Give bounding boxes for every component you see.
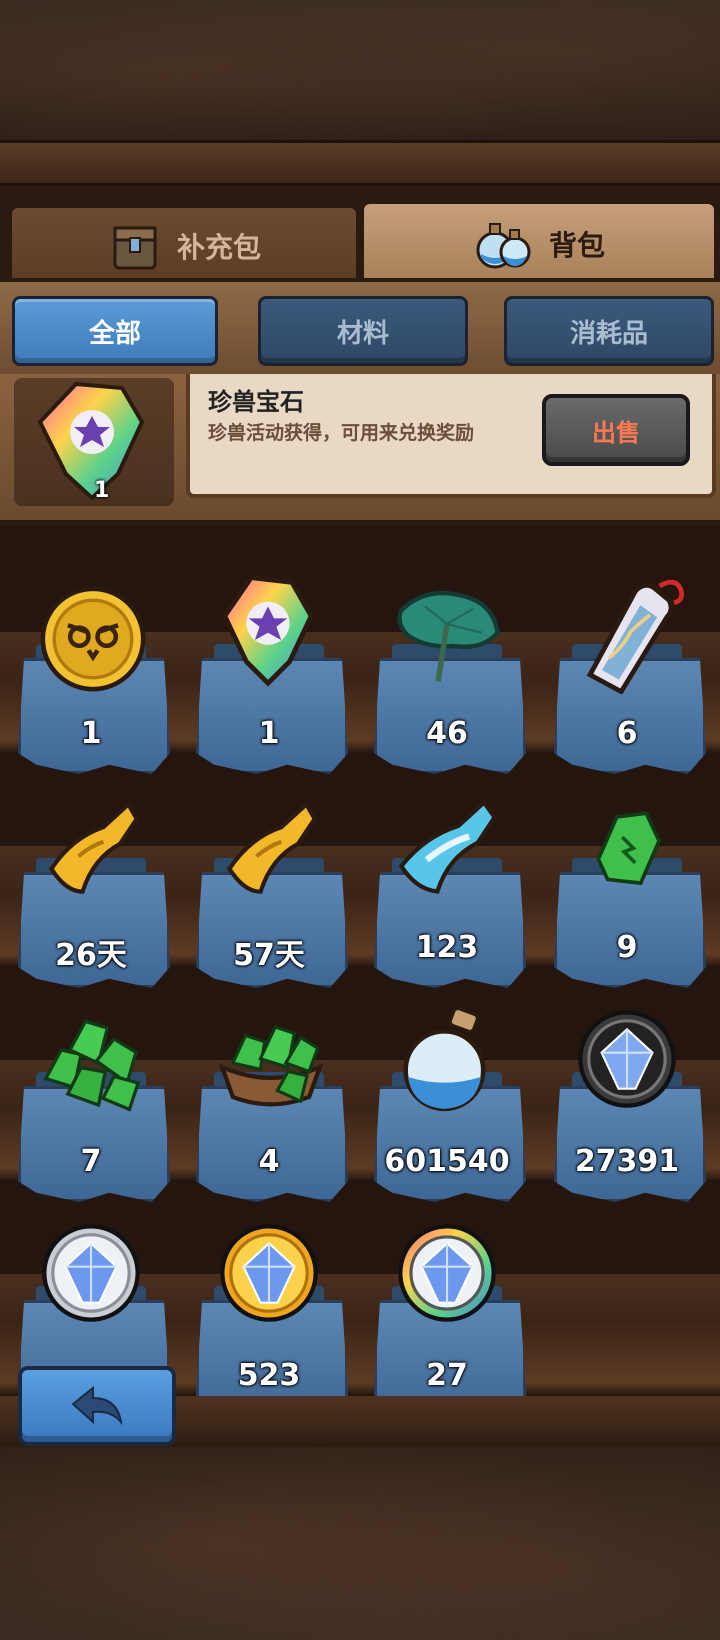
item-quantity: 46	[426, 716, 468, 751]
item-quantity: 123	[415, 930, 479, 965]
gold-rune-stone-icon	[220, 1224, 318, 1322]
top-wood-frame	[0, 0, 720, 186]
back-button[interactable]	[18, 1366, 176, 1446]
inventory-slot[interactable]: 46	[372, 574, 526, 794]
tab-backpack-label: 背包	[548, 229, 605, 262]
item-quantity: 6	[616, 716, 638, 751]
detail-title: 珍兽宝石	[208, 388, 304, 416]
item-quantity: 9	[616, 930, 638, 965]
detail-quantity: 1	[94, 478, 110, 503]
gold-ticket-icon	[48, 801, 140, 894]
filter-all-button[interactable]: 全部	[12, 296, 218, 366]
detail-icon-frame: 1	[14, 378, 174, 506]
item-quantity: 1	[258, 716, 280, 751]
sell-button[interactable]: 出售	[542, 394, 690, 466]
item-quantity: 27	[426, 1358, 468, 1393]
tab-bar: 补充包 背包	[0, 196, 720, 286]
tab-supply-pack-label: 补充包	[176, 231, 261, 264]
inventory-slot[interactable]: 1	[194, 574, 348, 794]
inventory-slot[interactable]: 6	[552, 574, 706, 794]
item-quantity: 26天	[55, 938, 127, 973]
back-arrow-icon	[71, 1385, 123, 1426]
inventory-slot[interactable]: 7	[16, 1002, 170, 1222]
inventory-slot[interactable]: 601540	[372, 1002, 526, 1222]
rainbow-rune-stone-icon	[398, 1224, 496, 1322]
chest-icon	[113, 226, 157, 270]
item-quantity: 57天	[233, 938, 305, 973]
item-quantity: 1	[80, 716, 102, 751]
green-crystal-icon	[596, 811, 662, 886]
inventory-slot[interactable]: 27391	[552, 1002, 706, 1222]
inventory-slot[interactable]: 1	[16, 574, 170, 794]
dark-rune-stone-icon	[578, 1010, 676, 1108]
filter-bar: 全部 材料 消耗品	[0, 278, 720, 378]
rainbow-gem-icon	[222, 575, 314, 687]
item-quantity: 601540	[384, 1144, 510, 1179]
potion-bottles-icon	[476, 223, 531, 269]
blue-sand-bottle-icon	[403, 1006, 486, 1112]
gold-owl-coin-icon	[40, 586, 146, 692]
inventory-slot[interactable]: 27	[372, 1216, 526, 1396]
inventory-slot[interactable]: 523	[194, 1216, 348, 1396]
scroll-tag-icon	[586, 579, 685, 694]
silver-rune-stone-icon	[42, 1224, 140, 1322]
inventory-slot[interactable]: 57天	[194, 788, 348, 1008]
filter-consumables-button[interactable]: 消耗品	[504, 296, 714, 366]
inventory-slot[interactable]: 9	[552, 788, 706, 1008]
inventory-slot[interactable]: 26天	[16, 788, 170, 1008]
inventory-slot[interactable]: 4	[194, 1002, 348, 1222]
item-quantity: 523	[237, 1358, 301, 1393]
green-crystal-basket-icon	[218, 1025, 324, 1107]
tab-backpack[interactable]: 背包	[360, 200, 718, 284]
inventory-grid: 1 1 46 6 26天 57天 123 9 7 4 601540 27391 …	[0, 526, 720, 1396]
detail-description: 珍兽活动获得，可用来兑换奖励	[208, 422, 475, 444]
lotus-leaf-icon	[397, 590, 500, 682]
blue-ticket-icon	[398, 799, 498, 894]
item-quantity: 27391	[574, 1144, 680, 1179]
green-crystal-pile-icon	[43, 1019, 141, 1112]
tab-supply-pack[interactable]: 补充包	[8, 204, 360, 284]
filter-materials-button[interactable]: 材料	[258, 296, 468, 366]
item-detail-panel: 1 珍兽宝石 珍兽活动获得，可用来兑换奖励 出售	[0, 374, 720, 526]
item-quantity: 7	[80, 1144, 102, 1179]
gold-ticket-icon	[226, 801, 318, 894]
detail-info-card: 珍兽宝石 珍兽活动获得，可用来兑换奖励 出售	[186, 374, 716, 498]
item-quantity: 4	[258, 1144, 280, 1179]
inventory-slot[interactable]: 123	[372, 788, 526, 1008]
